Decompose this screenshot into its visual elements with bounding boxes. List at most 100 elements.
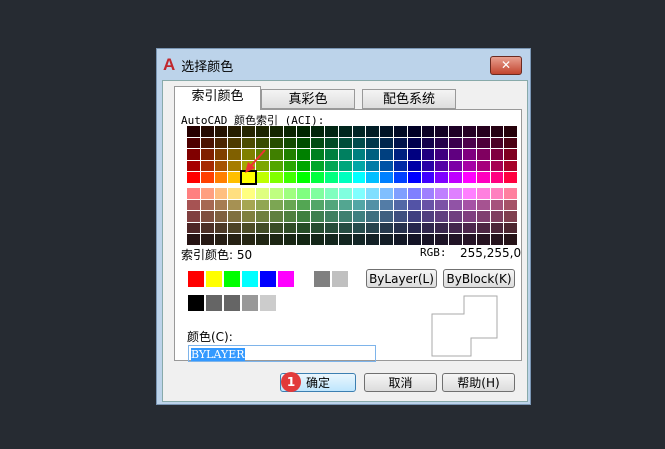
close-button[interactable]: ✕ [490,56,522,75]
aci-color-cell[interactable] [490,160,504,172]
aci-color-cell[interactable] [380,188,393,199]
aci-color-cell[interactable] [380,234,393,245]
aci-color-cell[interactable] [324,211,338,222]
aci-color-cell[interactable] [338,234,352,245]
aci-color-cell[interactable] [338,222,352,234]
aci-color-cell[interactable] [421,137,435,149]
aci-color-cell[interactable] [449,234,462,245]
aci-color-cell[interactable] [449,211,462,222]
aci-color-cell[interactable] [200,234,214,245]
aci-color-cell[interactable] [504,188,518,199]
aci-color-cell[interactable] [421,126,435,137]
aci-color-cell[interactable] [476,149,490,160]
aci-color-cell[interactable] [476,199,490,211]
aci-color-cell[interactable] [214,222,228,234]
aci-color-cell[interactable] [200,137,214,149]
aci-color-cell[interactable] [449,172,462,183]
aci-color-cell[interactable] [283,172,297,183]
aci-color-cell[interactable] [476,234,490,245]
aci-color-cell[interactable] [462,222,476,234]
aci-color-cell[interactable] [366,137,380,149]
aci-color-cell[interactable] [490,126,504,137]
aci-color-cell[interactable] [297,222,311,234]
aci-color-cell[interactable] [366,199,380,211]
color-swatch[interactable] [224,295,240,311]
aci-color-cell[interactable] [476,188,490,199]
aci-color-cell[interactable] [476,137,490,149]
aci-color-cell[interactable] [214,188,228,199]
aci-color-cell[interactable] [214,211,228,222]
aci-color-cell[interactable] [380,149,393,160]
aci-color-cell[interactable] [393,199,407,211]
color-swatch[interactable] [188,295,204,311]
color-swatch[interactable] [206,295,222,311]
aci-color-cell[interactable] [435,188,449,199]
cancel-button[interactable]: 取消 [364,373,437,392]
aci-color-cell[interactable] [269,188,283,199]
aci-color-cell[interactable] [338,211,352,222]
aci-color-cell[interactable] [200,222,214,234]
aci-color-cell[interactable] [242,211,255,222]
aci-color-cell[interactable] [504,211,518,222]
aci-color-cell[interactable] [228,126,242,137]
color-input[interactable]: BYLAYER [188,345,376,362]
aci-color-cell[interactable] [311,137,324,149]
aci-color-cell[interactable] [269,211,283,222]
aci-color-cell[interactable] [324,137,338,149]
aci-color-cell[interactable] [352,199,366,211]
aci-color-cell[interactable] [324,126,338,137]
aci-color-cell[interactable] [214,199,228,211]
aci-color-cell[interactable] [449,137,462,149]
aci-color-cell[interactable] [504,199,518,211]
aci-color-cell[interactable] [352,234,366,245]
aci-color-cell[interactable] [366,172,380,183]
aci-color-cell[interactable] [421,188,435,199]
aci-color-cell[interactable] [324,222,338,234]
aci-color-cell[interactable] [283,137,297,149]
aci-color-cell[interactable] [490,137,504,149]
aci-color-cell[interactable] [407,172,421,183]
aci-color-cell[interactable] [255,126,269,137]
aci-color-cell[interactable] [380,199,393,211]
aci-color-cell[interactable] [311,222,324,234]
aci-color-cell[interactable] [421,199,435,211]
aci-color-cell[interactable] [228,211,242,222]
aci-color-cell[interactable] [187,234,200,245]
aci-color-cell[interactable] [352,137,366,149]
aci-color-cell[interactable] [421,160,435,172]
aci-color-cell[interactable] [255,137,269,149]
aci-color-cell[interactable] [380,137,393,149]
aci-color-cell[interactable] [352,172,366,183]
aci-color-cell[interactable] [352,188,366,199]
aci-color-cell[interactable] [352,149,366,160]
aci-color-cell[interactable] [200,188,214,199]
aci-color-cell[interactable] [255,199,269,211]
aci-color-cell[interactable] [449,222,462,234]
aci-color-cell[interactable] [187,188,200,199]
aci-color-cell[interactable] [380,211,393,222]
aci-color-cell[interactable] [269,172,283,183]
aci-color-cell[interactable] [462,234,476,245]
aci-color-cell[interactable] [187,211,200,222]
aci-color-cell[interactable] [407,234,421,245]
aci-color-cell[interactable] [380,160,393,172]
aci-color-cell[interactable] [407,199,421,211]
aci-color-cell[interactable] [393,149,407,160]
aci-color-cell[interactable] [187,126,200,137]
color-swatch[interactable] [224,271,240,287]
aci-color-cell[interactable] [338,149,352,160]
aci-color-cell[interactable] [311,199,324,211]
aci-color-cell[interactable] [311,211,324,222]
aci-color-cell[interactable] [324,160,338,172]
tab-index-color[interactable]: 索引颜色 [174,86,261,110]
color-swatch[interactable] [188,271,204,287]
aci-color-cell[interactable] [311,126,324,137]
aci-color-cell[interactable] [462,137,476,149]
aci-color-cell[interactable] [269,137,283,149]
aci-color-cell[interactable] [421,149,435,160]
aci-color-cell[interactable] [187,160,200,172]
aci-color-cell[interactable] [504,172,518,183]
color-swatch[interactable] [260,295,276,311]
aci-color-cell[interactable] [435,149,449,160]
aci-color-cell[interactable] [435,234,449,245]
